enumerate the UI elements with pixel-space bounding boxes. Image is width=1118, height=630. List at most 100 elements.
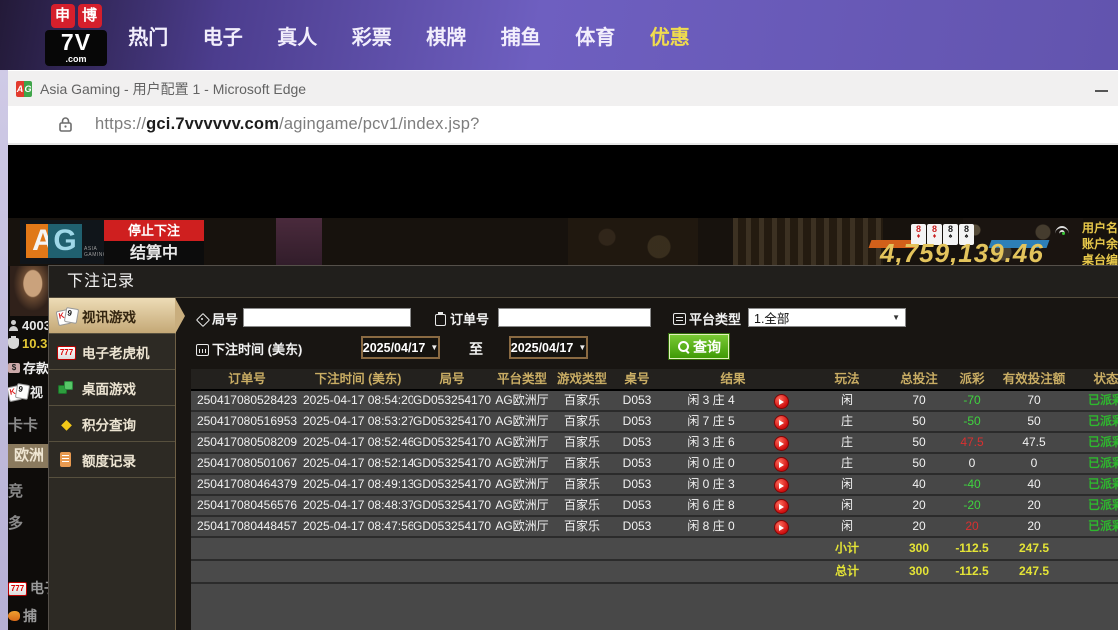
sidebar-item[interactable]: 积分查询	[49, 406, 175, 442]
nav-menu: 热门电子真人彩票棋牌捕鱼体育优惠	[111, 0, 707, 70]
nav-item[interactable]: 捕鱼	[484, 21, 559, 50]
round-cell: GD053254170TF	[413, 454, 491, 473]
play-video-button[interactable]	[774, 436, 789, 451]
result-cell: 闲 3 庄 4	[663, 391, 759, 410]
sidebar-item[interactable]: 视讯游戏	[49, 298, 175, 334]
round-input[interactable]	[243, 308, 411, 327]
account-info: 用户名账户余桌台编	[1082, 220, 1118, 266]
deposit-label: 存款	[23, 358, 48, 377]
bet-cell: 50	[891, 412, 947, 431]
lobby-tab[interactable]: 多	[8, 512, 48, 533]
col-header: 局号	[413, 369, 491, 389]
url-text[interactable]: https://gci.7vvvvvv.com/agingame/pcv1/in…	[95, 115, 479, 134]
payout-cell: 47.5	[947, 433, 997, 452]
lobby-tab[interactable]: 竞	[8, 480, 48, 501]
play-video-button[interactable]	[774, 478, 789, 493]
time-cell: 2025-04-17 08:52:46	[303, 433, 413, 452]
play-video-button[interactable]	[774, 457, 789, 472]
time-cell: 2025-04-17 08:49:13	[303, 475, 413, 494]
subtotal-payout: -112.5	[947, 538, 997, 559]
nav-item[interactable]: 优惠	[633, 21, 708, 50]
nav-item[interactable]: 电子	[186, 21, 261, 50]
payout-cell: -40	[947, 475, 997, 494]
col-header: 总投注	[891, 369, 947, 389]
modal-sidebar: 视讯游戏 电子老虎机 桌面游戏 积分查询 额度记录	[49, 298, 176, 630]
play-video-button[interactable]	[774, 415, 789, 430]
total-label: 总计	[803, 561, 891, 582]
result-cell: 闲 8 庄 0	[663, 517, 759, 536]
order-cell: 250417080448457	[191, 517, 303, 536]
platform-cell: AG欧洲厅	[491, 517, 553, 536]
platform-select[interactable]: 1.全部▼	[748, 308, 906, 327]
chevron-down-icon: ▼	[578, 343, 586, 352]
table-no-cell: D053	[611, 412, 663, 431]
order-input[interactable]	[498, 308, 651, 327]
table-row: 250417080501067 2025-04-17 08:52:14 GD05…	[191, 454, 1118, 475]
status-cell: 已派彩	[1071, 433, 1118, 452]
game-cell: 百家乐	[553, 433, 611, 452]
nav-item[interactable]: 棋牌	[409, 21, 484, 50]
sidebar-item[interactable]: 桌面游戏	[49, 370, 175, 406]
total-row: 总计 300 -112.5 247.5	[191, 561, 1118, 584]
date-to-picker[interactable]: 2025/04/17▼	[509, 336, 588, 359]
nav-item[interactable]: 热门	[111, 21, 186, 50]
col-header: 平台类型	[491, 369, 553, 389]
play-type-cell: 闲	[803, 517, 891, 536]
date-from-picker[interactable]: 2025/04/17▼	[361, 336, 440, 359]
slot-icon	[8, 580, 27, 596]
table-row: 250417080516953 2025-04-17 08:53:27 GD05…	[191, 412, 1118, 433]
lobby-tab-active[interactable]: 欧洲	[8, 444, 48, 468]
valid-bet-cell: 47.5	[997, 433, 1071, 452]
table-header-row: 订单号 下注时间 (美东) 局号 平台类型 游戏类型 桌号 结果 玩法 总投注 …	[191, 369, 1118, 391]
subtotal-bet: 300	[891, 538, 947, 559]
nav-item[interactable]: 彩票	[335, 21, 410, 50]
search-button[interactable]: 查询	[669, 334, 729, 359]
document-icon	[57, 452, 76, 468]
play-video-button[interactable]	[774, 394, 789, 409]
lock-icon	[58, 116, 73, 133]
sidebar-item[interactable]: 电子老虎机	[49, 334, 175, 370]
favicon-icon: A G	[16, 81, 32, 97]
payout-cell: -50	[947, 412, 997, 431]
total-bet: 300	[891, 561, 947, 582]
play-video-button[interactable]	[774, 520, 789, 535]
fish-icon	[8, 611, 20, 621]
window-title: Asia Gaming - 用户配置 1 - Microsoft Edge	[40, 79, 306, 99]
ag-logo: A G ASIA GAMING	[20, 220, 110, 264]
stop-betting-banner: 停止下注	[104, 220, 204, 241]
game-cell: 百家乐	[553, 412, 611, 431]
time-cell: 2025-04-17 08:54:20	[303, 391, 413, 410]
round-cell: GD053254170TI	[413, 391, 491, 410]
cards-icon	[8, 384, 27, 400]
settling-label: 结算中	[104, 241, 204, 266]
time-cell: 2025-04-17 08:52:14	[303, 454, 413, 473]
site-logo[interactable]: 申 博 7V .com	[45, 4, 107, 68]
table-no-cell: D053	[611, 475, 663, 494]
time-cell: 2025-04-17 08:53:27	[303, 412, 413, 431]
order-cell: 250417080516953	[191, 412, 303, 431]
minimize-button[interactable]	[1095, 90, 1108, 92]
round-cell: GD053254170TA	[413, 496, 491, 515]
browser-urlbar[interactable]: https://gci.7vvvvvv.com/agingame/pcv1/in…	[8, 106, 1118, 145]
bet-cell: 20	[891, 517, 947, 536]
result-cell: 闲 0 庄 3	[663, 475, 759, 494]
play-video-button[interactable]	[774, 499, 789, 514]
table-no-cell: D053	[611, 496, 663, 515]
col-header: 玩法	[803, 369, 891, 389]
order-cell: 250417080508209	[191, 433, 303, 452]
payout-cell: 20	[947, 517, 997, 536]
game-cell: 百家乐	[553, 496, 611, 515]
platform-cell: AG欧洲厅	[491, 496, 553, 515]
sidebar-item[interactable]: 额度记录	[49, 442, 175, 478]
nav-item[interactable]: 真人	[260, 21, 335, 50]
payout-cell: -70	[947, 391, 997, 410]
result-cell: 闲 7 庄 5	[663, 412, 759, 431]
dealer-photo	[10, 266, 48, 316]
nav-item[interactable]: 体育	[558, 21, 633, 50]
order-cell: 250417080464379	[191, 475, 303, 494]
time-cell: 2025-04-17 08:48:37	[303, 496, 413, 515]
round-cell: GD053254170TH	[413, 412, 491, 431]
lobby-tab[interactable]: 卡卡	[8, 414, 48, 435]
result-cell: 闲 3 庄 6	[663, 433, 759, 452]
platform-cell: AG欧洲厅	[491, 454, 553, 473]
